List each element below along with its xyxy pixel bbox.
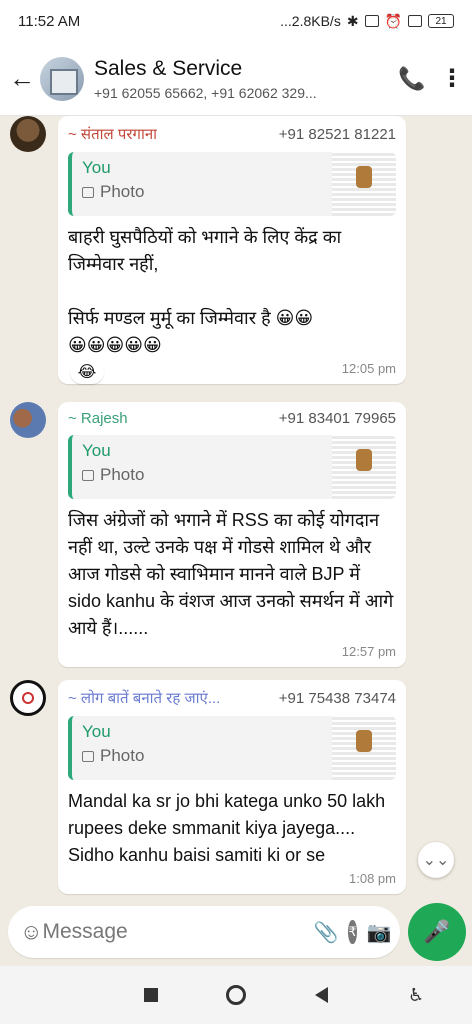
group-avatar[interactable] <box>40 56 84 101</box>
sender-row: ~ Rajesh +91 83401 79965 <box>68 410 396 427</box>
status-time: 11:52 AM <box>18 12 81 30</box>
mic-icon: 🎤 <box>423 919 451 944</box>
reaction-badge[interactable]: 😂 <box>70 360 104 384</box>
sender-avatar[interactable] <box>10 680 46 716</box>
sender-avatar[interactable] <box>10 116 46 152</box>
photo-thumbnail[interactable] <box>332 152 396 216</box>
message-bubble[interactable]: ~ संताल परगाना +91 82521 81221 You Photo… <box>58 116 406 384</box>
message-text: जिस अंग्रेजों को भगाने में RSS का कोई यो… <box>68 510 399 638</box>
camera-icon[interactable]: 📷 <box>367 920 392 945</box>
message-text: बाहरी घुसपैठियों को भगाने के लिए केंद्र … <box>68 227 342 355</box>
sender-name[interactable]: ~ लोग बातें बनाते रह जाएं... <box>68 688 220 708</box>
message-time: 12:05 pm <box>341 361 396 376</box>
sender-row: ~ लोग बातें बनाते रह जाएं... +91 75438 7… <box>68 688 396 708</box>
net-speed: ...2.8KB/s <box>280 13 341 29</box>
battery-icon: 21 <box>428 14 454 28</box>
add-call-icon[interactable]: 📞 <box>392 66 432 92</box>
home-icon[interactable] <box>226 985 247 1005</box>
payment-icon[interactable]: ₹ <box>348 920 357 944</box>
back-arrow-icon[interactable]: ← <box>4 63 40 94</box>
alarm-icon: ⏰ <box>384 12 402 29</box>
more-options-icon[interactable]: ⋮ <box>432 64 472 93</box>
message-text: Mandal ka sr jo bhi katega unko 50 lakh … <box>68 791 391 865</box>
recents-icon[interactable] <box>144 988 159 1002</box>
message-bubble[interactable]: ~ लोग बातें बनाते रह जाएं... +91 75438 7… <box>58 680 406 894</box>
mic-button[interactable]: 🎤 <box>408 903 466 961</box>
group-info[interactable]: Sales & Service +91 62055 65662, +91 620… <box>94 57 392 101</box>
accessibility-icon[interactable]: ♿ <box>408 985 424 1006</box>
photo-icon <box>82 750 94 762</box>
quote-type-label: Photo <box>100 465 145 484</box>
quote-type-label: Photo <box>100 182 145 201</box>
message-bubble[interactable]: ~ Rajesh +91 83401 79965 You Photo जिस अ… <box>58 402 406 667</box>
sender-phone: +91 82521 81221 <box>278 126 396 143</box>
target-icon <box>22 692 34 704</box>
sender-row: ~ संताल परगाना +91 82521 81221 <box>68 124 396 144</box>
photo-thumbnail[interactable] <box>332 716 396 780</box>
status-icons: ...2.8KB/s ✱ ⏰ 21 <box>280 13 454 30</box>
chat-header: ← Sales & Service +91 62055 65662, +91 6… <box>0 42 472 116</box>
sender-name[interactable]: ~ Rajesh <box>68 410 128 427</box>
sender-avatar[interactable] <box>10 402 46 438</box>
nav-back-icon[interactable] <box>314 987 328 1003</box>
quoted-message[interactable]: You Photo <box>68 435 396 499</box>
group-members: +91 62055 65662, +91 62062 329... <box>94 84 317 101</box>
quoted-message[interactable]: You Photo <box>68 716 396 780</box>
attach-icon[interactable]: 📎 <box>313 920 338 945</box>
status-bar: 11:52 AM ...2.8KB/s ✱ ⏰ 21 <box>0 0 472 42</box>
quote-type-label: Photo <box>100 746 145 765</box>
scroll-down-button[interactable]: ⌄⌄ <box>418 842 454 878</box>
sender-name[interactable]: ~ संताल परगाना <box>68 124 157 144</box>
bluetooth-icon: ✱ <box>346 12 359 29</box>
double-chevron-down-icon: ⌄⌄ <box>422 852 450 869</box>
quoted-message[interactable]: You Photo <box>68 152 396 216</box>
message-input[interactable] <box>42 920 314 944</box>
emoji-icon[interactable]: ☺ <box>20 919 42 945</box>
sender-phone: +91 75438 73474 <box>278 690 396 707</box>
message-time: 12:57 pm <box>341 644 396 659</box>
message-time: 1:08 pm <box>349 871 396 886</box>
sender-phone: +91 83401 79965 <box>278 410 396 427</box>
system-nav-bar: ♿ <box>0 966 472 1024</box>
message-input-bar: ☺ 📎 ₹ 📷 <box>8 906 400 958</box>
chat-area[interactable]: ~ संताल परगाना +91 82521 81221 You Photo… <box>0 116 472 906</box>
photo-icon <box>82 186 94 198</box>
signal-icon <box>408 15 422 27</box>
group-name: Sales & Service <box>94 56 243 80</box>
vibrate-icon <box>364 15 379 27</box>
photo-icon <box>82 469 94 481</box>
photo-thumbnail[interactable] <box>332 435 396 499</box>
